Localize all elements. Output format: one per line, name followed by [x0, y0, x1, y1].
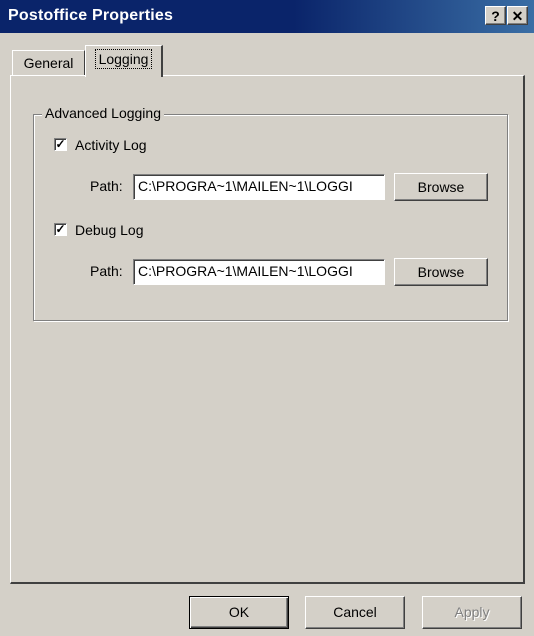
tab-panel-logging: Advanced Logging ✓ Activity Log Path: C:… [10, 75, 525, 584]
check-mark-icon: ✓ [55, 137, 66, 151]
apply-button[interactable]: Apply [422, 596, 522, 629]
advanced-logging-group: Advanced Logging ✓ Activity Log Path: C:… [33, 105, 508, 321]
group-label: Advanced Logging [42, 105, 164, 121]
activity-log-label: Activity Log [75, 137, 147, 153]
tab-general-label: General [23, 55, 74, 71]
title-bar[interactable]: Postoffice Properties ? ✕ [0, 0, 534, 33]
activity-path-input[interactable]: C:\PROGRA~1\MAILEN~1\LOGGI [133, 174, 385, 200]
close-icon: ✕ [511, 8, 524, 24]
question-mark-icon: ? [491, 8, 500, 24]
help-button[interactable]: ? [485, 6, 506, 25]
activity-path-label: Path: [90, 178, 123, 194]
debug-path-label: Path: [90, 263, 123, 279]
activity-log-checkbox-row[interactable]: ✓ Activity Log [54, 137, 234, 157]
debug-log-checkbox-row[interactable]: ✓ Debug Log [54, 222, 234, 242]
cancel-button[interactable]: Cancel [305, 596, 405, 629]
activity-log-checkbox[interactable]: ✓ [54, 138, 67, 151]
close-button[interactable]: ✕ [507, 6, 528, 25]
tab-logging-label: Logging [94, 49, 153, 69]
activity-browse-button[interactable]: Browse [394, 173, 488, 201]
debug-log-label: Debug Log [75, 222, 144, 238]
debug-browse-button[interactable]: Browse [394, 258, 488, 286]
debug-log-checkbox[interactable]: ✓ [54, 223, 67, 236]
window-title: Postoffice Properties [8, 7, 174, 24]
debug-path-input[interactable]: C:\PROGRA~1\MAILEN~1\LOGGI [133, 259, 385, 285]
tab-general[interactable]: General [12, 50, 85, 76]
tab-logging[interactable]: Logging [85, 45, 163, 77]
check-mark-icon: ✓ [55, 222, 66, 236]
ok-button[interactable]: OK [189, 596, 289, 629]
properties-dialog: Postoffice Properties ? ✕ General Advanc… [0, 0, 534, 636]
